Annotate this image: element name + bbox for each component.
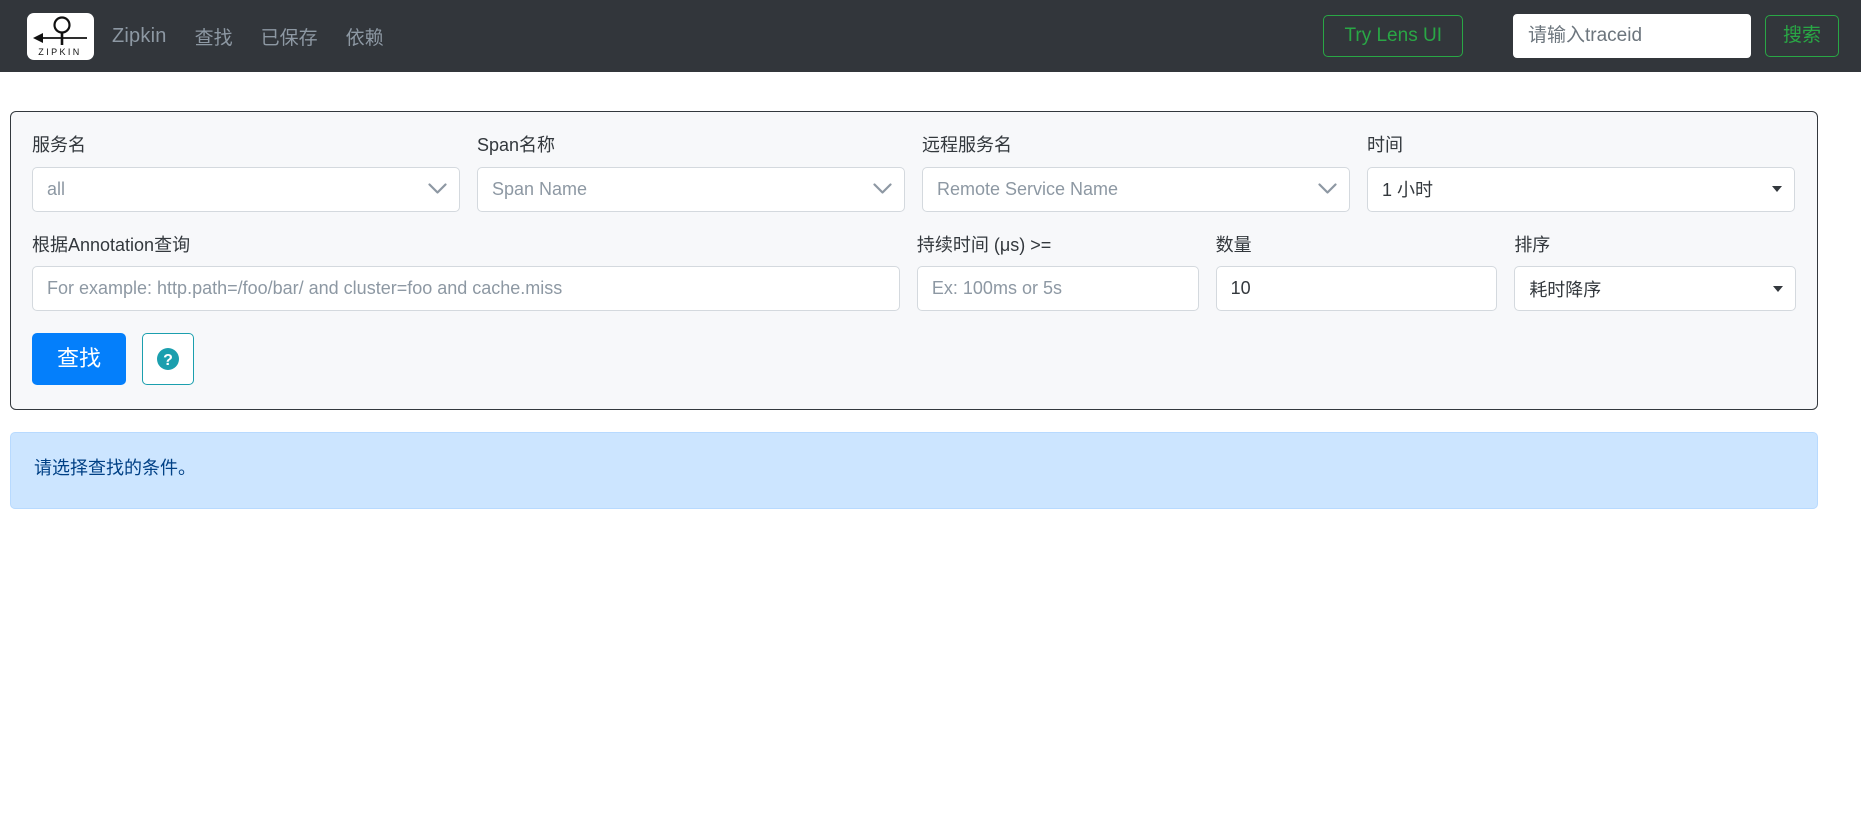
- nav-item-find[interactable]: 查找: [193, 19, 235, 54]
- brand-group: ZIPKIN Zipkin 查找 已保存 依赖: [27, 12, 410, 60]
- span-name-select-control[interactable]: Span Name: [477, 166, 905, 212]
- field-min-duration: 持续时间 (μs) >=: [916, 234, 1199, 311]
- try-lens-ui-button[interactable]: Try Lens UI: [1323, 14, 1463, 58]
- remote-service-name-select-control[interactable]: Remote Service Name: [922, 166, 1350, 212]
- label-service-name: 服务名: [32, 135, 86, 155]
- service-name-select-control[interactable]: all: [32, 166, 460, 212]
- sort-order-value: 耗时降序: [1529, 279, 1602, 300]
- sort-order-select-control[interactable]: 耗时降序: [1514, 266, 1797, 311]
- lookback-value: 1 小时: [1382, 180, 1434, 200]
- svg-text:?: ?: [163, 352, 173, 369]
- app-header: ZIPKIN Zipkin 查找 已保存 依赖 Try Lens UI 搜索: [0, 0, 1861, 72]
- info-banner-message: 请选择查找的条件。: [34, 458, 196, 478]
- question-circle-icon: ?: [157, 348, 180, 370]
- zipkin-wordmark: ZIPKIN: [38, 47, 81, 57]
- sort-order-select[interactable]: 耗时降序: [1514, 266, 1797, 311]
- traceid-search-input[interactable]: [1512, 14, 1751, 58]
- field-lookback: 时间 1 小时: [1367, 134, 1795, 212]
- page-body: 服务名 all Span名称 Span Name 远程服务名 Remote Se…: [0, 111, 1861, 509]
- label-span-name: Span名称: [477, 135, 556, 155]
- field-sort-order: 排序 耗时降序: [1514, 234, 1797, 311]
- search-form-card: 服务名 all Span名称 Span Name 远程服务名 Remote Se…: [10, 111, 1818, 410]
- main-nav: 查找 已保存 依赖: [193, 19, 410, 54]
- zipkin-logo-icon: ZIPKIN: [33, 16, 87, 57]
- lookback-select[interactable]: 1 小时: [1367, 166, 1795, 212]
- span-name-select[interactable]: Span Name: [477, 166, 905, 212]
- label-lookback: 时间: [1367, 135, 1403, 155]
- search-help-button[interactable]: ?: [142, 333, 195, 385]
- field-limit: 数量: [1215, 234, 1498, 311]
- field-service-name: 服务名 all: [32, 134, 460, 212]
- label-remote-service-name: 远程服务名: [922, 135, 1012, 155]
- label-sort-order: 排序: [1514, 234, 1551, 255]
- service-name-value: all: [47, 178, 66, 199]
- search-form-row-1: 服务名 all Span名称 Span Name 远程服务名 Remote Se…: [32, 134, 1796, 212]
- min-duration-input[interactable]: [916, 266, 1199, 311]
- header-right-group: Try Lens UI 搜索: [1323, 14, 1839, 58]
- remote-service-name-value: Remote Service Name: [937, 178, 1119, 199]
- lookback-select-control[interactable]: 1 小时: [1367, 166, 1795, 212]
- search-form-actions: 查找 ?: [32, 333, 1796, 385]
- traceid-search-button[interactable]: 搜索: [1764, 14, 1839, 58]
- brand-name: Zipkin: [112, 24, 167, 47]
- find-traces-button[interactable]: 查找: [32, 333, 127, 385]
- info-banner: 请选择查找的条件。: [10, 432, 1818, 509]
- field-span-name: Span名称 Span Name: [477, 134, 905, 212]
- label-annotation-query: 根据Annotation查询: [32, 234, 191, 255]
- nav-item-dependencies[interactable]: 依赖: [344, 19, 386, 54]
- limit-input[interactable]: [1215, 266, 1498, 311]
- annotation-query-input[interactable]: [32, 266, 900, 311]
- span-name-value: Span Name: [492, 178, 588, 199]
- field-remote-service-name: 远程服务名 Remote Service Name: [922, 134, 1350, 212]
- search-form-row-2: 根据Annotation查询 持续时间 (μs) >= 数量 排序 耗时降序: [32, 234, 1797, 311]
- zipkin-logo[interactable]: ZIPKIN: [27, 12, 94, 60]
- field-annotation-query: 根据Annotation查询: [32, 234, 900, 311]
- service-name-select[interactable]: all: [32, 166, 460, 212]
- label-min-duration: 持续时间 (μs) >=: [916, 234, 1052, 255]
- nav-item-saved[interactable]: 已保存: [259, 19, 320, 54]
- label-limit: 数量: [1215, 234, 1252, 255]
- remote-service-name-select[interactable]: Remote Service Name: [922, 166, 1350, 212]
